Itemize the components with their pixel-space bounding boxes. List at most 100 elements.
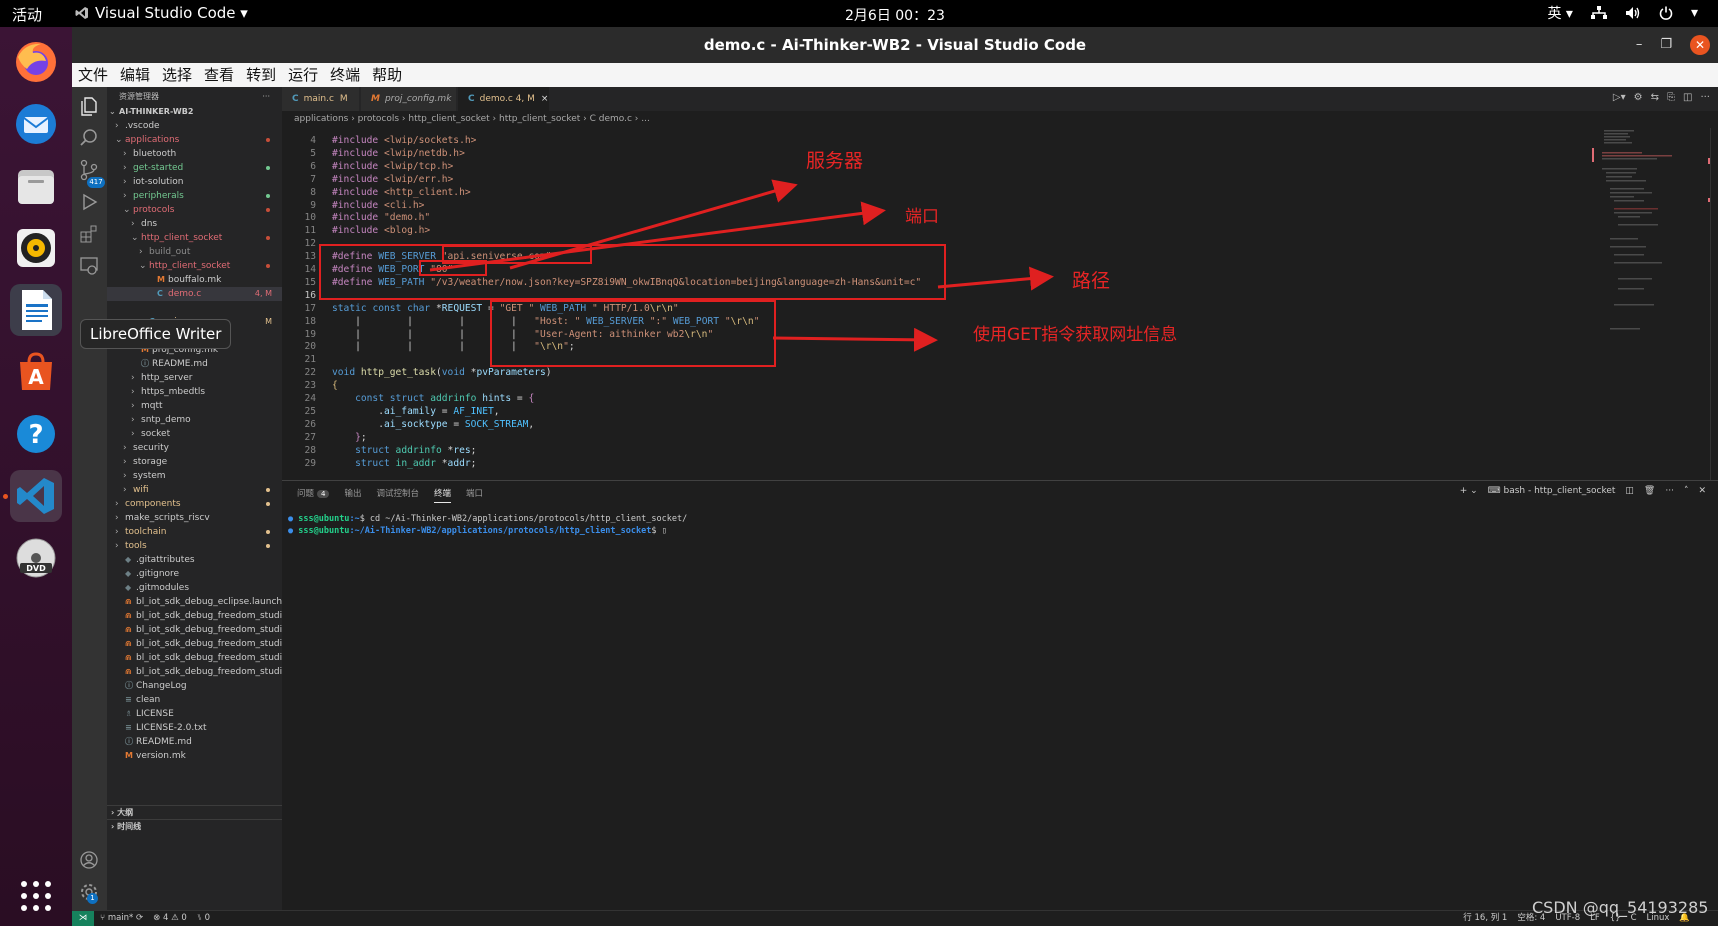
file-item[interactable]: ⓘ README.md (107, 735, 282, 749)
tab-proj_config-mk[interactable]: Mproj_config.mk (361, 87, 457, 111)
window-titlebar[interactable]: demo.c - Ai-Thinker-WB2 - Visual Studio … (72, 27, 1718, 63)
file-item[interactable]: ≡ LICENSE-2.0.txt (107, 721, 282, 735)
minimap[interactable] (1592, 128, 1710, 480)
code-line[interactable]: 5 #include <lwip/netdb.h> (282, 147, 1582, 160)
app-center-icon[interactable]: A (10, 346, 62, 398)
folder-item[interactable]: › sntp_demo (107, 413, 282, 427)
code-line[interactable]: 21 (282, 353, 1582, 366)
folder-item[interactable]: › .vscode (107, 119, 282, 133)
tab-terminal[interactable]: 终端 (434, 487, 452, 503)
code-editor[interactable]: 4 #include <lwip/sockets.h> 5 #include <lwi… (282, 128, 1592, 480)
file-item[interactable]: ⋒ bl_iot_sdk_debug_freedom_studio... (107, 637, 282, 651)
ports-status[interactable]: ⑊ 0 (197, 911, 210, 926)
menu-item[interactable]: 帮助 (366, 63, 408, 87)
more-icon[interactable]: ··· (1665, 486, 1674, 496)
folder-item[interactable]: › system (107, 469, 282, 483)
extensions-icon[interactable] (78, 223, 100, 245)
remote-indicator[interactable]: ⋊ (72, 911, 94, 926)
code-line[interactable]: 24 const struct addrinfo hints = { (282, 392, 1582, 405)
git-branch[interactable]: ⑂ main* ⟳ (100, 911, 143, 926)
open-changes-icon[interactable]: ⎘ (1667, 92, 1675, 103)
folder-item[interactable]: ⌄ protocols (107, 203, 282, 217)
new-terminal-button[interactable]: + ⌄ (1460, 486, 1478, 496)
folder-item[interactable]: › socket (107, 427, 282, 441)
code-line[interactable]: 8 #include <http_client.h> (282, 186, 1582, 199)
tab-problems[interactable]: 问题 4 (297, 487, 330, 503)
vscode-icon[interactable] (10, 470, 62, 522)
menu-item[interactable]: 运行 (282, 63, 324, 87)
remote-explorer-icon[interactable] (78, 255, 100, 277)
code-line[interactable]: 4 #include <lwip/sockets.h> (282, 134, 1582, 147)
file-item[interactable]: ⋒ bl_iot_sdk_debug_freedom_studio... (107, 609, 282, 623)
menu-item[interactable]: 文件 (72, 63, 114, 87)
code-line[interactable]: 28 struct addrinfo *res; (282, 444, 1582, 457)
close-panel-icon[interactable]: ✕ (1698, 486, 1706, 496)
code-line[interactable]: 25 .ai_family = AF_INET, (282, 405, 1582, 418)
menu-item[interactable]: 查看 (198, 63, 240, 87)
file-item[interactable] (107, 301, 282, 315)
run-debug-icon[interactable] (78, 191, 100, 213)
folder-item[interactable]: ⌄ http_client_socket (107, 259, 282, 273)
problems-status[interactable]: ⊗ 4 ⚠ 0 (153, 911, 187, 926)
file-item[interactable]: ♗ LICENSE (107, 707, 282, 721)
folder-item[interactable]: ⌄ applications (107, 133, 282, 147)
file-item[interactable]: ≡ clean (107, 693, 282, 707)
folder-item[interactable]: › components (107, 497, 282, 511)
timeline-section[interactable]: › 时间线 (107, 819, 282, 833)
volume-icon[interactable] (1625, 6, 1641, 20)
folder-item[interactable]: › wifi (107, 483, 282, 497)
folder-item[interactable]: › peripherals (107, 189, 282, 203)
power-icon[interactable] (1659, 6, 1673, 20)
tab-main-c[interactable]: Cmain.c M (282, 87, 360, 111)
help-icon[interactable]: ? (10, 408, 62, 460)
code-line[interactable]: 26 .ai_socktype = SOCK_STREAM, (282, 418, 1582, 431)
rhythmbox-icon[interactable] (10, 222, 62, 274)
explorer-icon[interactable] (78, 95, 100, 117)
firefox-icon[interactable] (10, 36, 62, 88)
workspace-root[interactable]: ⌄ AI-THINKER-WB2 (107, 105, 282, 119)
maximize-panel-icon[interactable]: ˄ (1684, 486, 1689, 496)
menu-item[interactable]: 终端 (324, 63, 366, 87)
clock[interactable]: 2月6日 00：23 (845, 5, 945, 25)
code-line[interactable]: 29 struct in_addr *addr; (282, 457, 1582, 470)
file-item[interactable]: ◆ .gitignore (107, 567, 282, 581)
folder-item[interactable]: › toolchain (107, 525, 282, 539)
tab-ports[interactable]: 端口 (466, 487, 483, 503)
outline-section[interactable]: › 大纲 (107, 805, 282, 819)
code-line[interactable]: 17 static const char *REQUEST = "GET " WE… (282, 302, 1582, 315)
close-icon[interactable]: × (541, 94, 549, 104)
terminal-instance[interactable]: ⌨ bash - http_client_socket (1488, 486, 1616, 496)
compare-icon[interactable]: ⇆ (1651, 92, 1659, 103)
file-item[interactable]: Cdemo.c 4, M (107, 287, 282, 301)
file-item[interactable]: ◆ .gitmodules (107, 581, 282, 595)
menu-item[interactable]: 编辑 (114, 63, 156, 87)
code-line[interactable]: 23 { (282, 379, 1582, 392)
code-line[interactable]: 7 #include <lwip/err.h> (282, 173, 1582, 186)
folder-item[interactable]: ⌄ http_client_socket (107, 231, 282, 245)
file-item[interactable]: ⋒ bl_iot_sdk_debug_eclipse.launch (107, 595, 282, 609)
thunderbird-icon[interactable] (10, 98, 62, 150)
search-icon[interactable] (78, 127, 100, 149)
folder-item[interactable]: › tools (107, 539, 282, 553)
code-line[interactable]: 20 | | | | "\r\n"; (282, 340, 1582, 353)
menu-item[interactable]: 转到 (240, 63, 282, 87)
folder-item[interactable]: › get-started (107, 161, 282, 175)
file-item[interactable]: ⓘ ChangeLog (107, 679, 282, 693)
file-item[interactable]: ⋒ bl_iot_sdk_debug_freedom_studio... (107, 665, 282, 679)
files-icon[interactable] (10, 160, 62, 212)
folder-item[interactable]: › make_scripts_riscv (107, 511, 282, 525)
split-terminal-icon[interactable]: ◫ (1625, 486, 1634, 496)
tab-debug-console[interactable]: 调试控制台 (377, 487, 420, 503)
folder-item[interactable]: › http_server (107, 371, 282, 385)
close-window-button[interactable]: ✕ (1690, 35, 1710, 55)
file-item[interactable]: ⓘ README.md (107, 357, 282, 371)
code-line[interactable]: 27 }; (282, 431, 1582, 444)
folder-item[interactable]: › storage (107, 455, 282, 469)
cursor-position[interactable]: 行 16, 列 1 (1463, 911, 1507, 926)
more-actions-button[interactable]: ··· (262, 87, 270, 107)
folder-item[interactable]: › dns (107, 217, 282, 231)
minimize-button[interactable]: – (1636, 34, 1643, 56)
menu-item[interactable]: 选择 (156, 63, 198, 87)
code-line[interactable]: 22 void http_get_task(void *pvParameters) (282, 366, 1582, 379)
libreoffice-writer-icon[interactable] (10, 284, 62, 336)
